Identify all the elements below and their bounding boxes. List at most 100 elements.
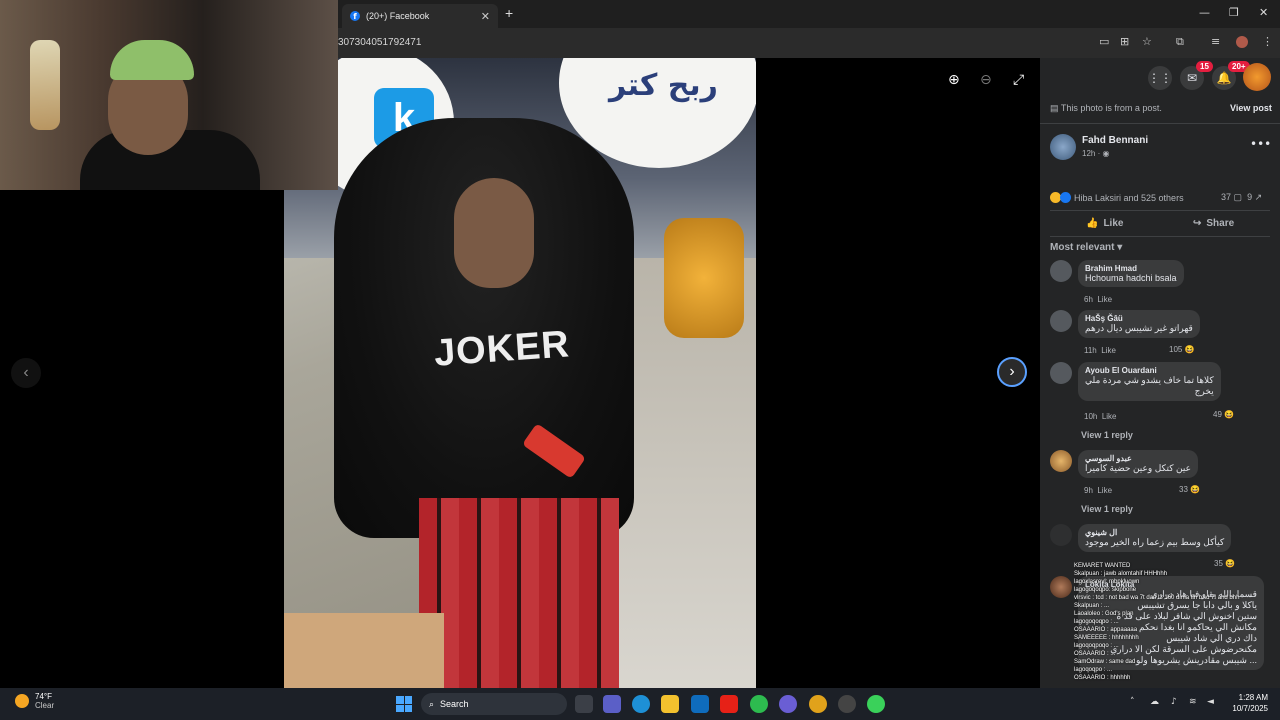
comment-bubble: عبدو السوسي عين كتكل وعين حضية كاميرا	[1078, 450, 1198, 478]
messenger-badge: 15	[1196, 61, 1213, 72]
author-avatar[interactable]	[1050, 134, 1076, 160]
store-sign-text: ربح كتر	[609, 68, 718, 103]
post-photo: k ربح كتر JOKER	[284, 58, 756, 688]
comment-like-link[interactable]: Like	[1097, 295, 1112, 304]
author-name[interactable]: Fahd Bennani	[1082, 135, 1148, 146]
comment-bubble: Brahim Hmad Hchouma hadchi bsala	[1078, 260, 1184, 287]
comment-bubble: Ayoub El Ouardani كلاها تما خاف يشدو شي …	[1078, 362, 1221, 401]
thumbs-up-icon: 👍	[1086, 218, 1099, 229]
weather-widget[interactable]: 74°F Clear	[15, 692, 54, 710]
cast-icon[interactable]: ▭	[1099, 35, 1109, 48]
microphone-icon[interactable]: ♪	[1171, 697, 1177, 707]
divider	[1040, 123, 1280, 124]
like-button[interactable]: 👍 Like	[1086, 218, 1123, 229]
fullscreen-icon[interactable]: ⤢	[1013, 72, 1024, 88]
commenter-name[interactable]: عبدو السوسي	[1085, 454, 1191, 463]
apps-menu-icon[interactable]: ⋮⋮	[1148, 66, 1172, 90]
extensions-icon[interactable]: ⧉	[1176, 35, 1184, 49]
comment-meta: 6h Like	[1084, 295, 1113, 304]
comment-reactions[interactable]: 105 😆	[1169, 345, 1195, 354]
edge-icon[interactable]	[632, 695, 650, 713]
view-reply-link[interactable]: View 1 reply	[1081, 504, 1133, 514]
volume-icon[interactable]: ◄	[1207, 697, 1214, 707]
chat-line: lagoqoqpo : ...	[1074, 667, 1113, 673]
streamer-cap	[110, 40, 194, 80]
weather-condition: Clear	[35, 701, 55, 710]
comment-like-link[interactable]: Like	[1097, 486, 1112, 495]
engagement-counts[interactable]: 37 ▢ 9 ↗	[1221, 192, 1262, 203]
more-options-icon[interactable]: •••	[1250, 137, 1271, 151]
chat-line: SamOdraw : same dad	[1074, 659, 1136, 665]
comment-text-line: يخرج	[1194, 386, 1214, 396]
taskbar-clock[interactable]: 1:28 AM 10/7/2025	[1226, 692, 1268, 714]
comment-like-link[interactable]: Like	[1101, 346, 1116, 355]
commenter-name[interactable]: Ayoub El Ouardani	[1085, 366, 1214, 375]
comment-meta: 11h Like	[1084, 346, 1116, 355]
chat-line: lagoqoqpoqo : ...	[1074, 643, 1119, 649]
discord-icon[interactable]	[779, 695, 797, 713]
taskbar-search[interactable]: ⌕ Search	[421, 693, 567, 715]
wifi-icon[interactable]: ≋	[1189, 697, 1197, 707]
spotify-icon[interactable]	[867, 695, 885, 713]
whatsapp-icon[interactable]	[750, 695, 768, 713]
weather-temp: 74°F	[35, 692, 52, 701]
comment-reactions[interactable]: 33 😆	[1179, 485, 1200, 494]
oil-bottles	[664, 218, 744, 338]
comment-sort-dropdown[interactable]: Most relevant ▾	[1050, 242, 1122, 253]
chat-line: Skalpuan : jawb alomtahif HHHhhh	[1074, 571, 1168, 577]
commenter-avatar[interactable]	[1050, 524, 1072, 546]
commenter-avatar[interactable]	[1050, 260, 1072, 282]
zoom-out-icon[interactable]: ⊖	[980, 72, 992, 88]
browser-menu-icon[interactable]: ⋮	[1262, 35, 1273, 48]
webcam-overlay	[0, 0, 338, 190]
view-reply-link[interactable]: View 1 reply	[1081, 430, 1133, 440]
windows-start-icon[interactable]	[396, 696, 412, 712]
reactions-text: Hiba Laksiri and 525 others	[1074, 192, 1184, 203]
comment-text: Hchouma hadchi bsala	[1085, 273, 1177, 283]
bookmark-star-icon[interactable]: ☆	[1142, 35, 1152, 48]
tab-close-icon[interactable]: ✕	[481, 10, 490, 23]
teams-icon[interactable]	[603, 695, 621, 713]
chrome-icon[interactable]	[809, 695, 827, 713]
browser-tab[interactable]: f (20+) Facebook ✕	[342, 4, 498, 28]
chat-line: vlrsvic : tcd : not bad wa 7t dari l3 16…	[1074, 595, 1240, 601]
previous-photo-button[interactable]: ‹	[11, 358, 41, 388]
account-avatar[interactable]	[1243, 63, 1271, 91]
next-photo-button[interactable]: ›	[997, 357, 1027, 387]
commenter-name[interactable]: ال شينوي	[1085, 528, 1224, 537]
task-view-icon[interactable]	[575, 695, 593, 713]
haha-reaction-icon: 😆	[1184, 345, 1195, 354]
comment-meta: 10h Like	[1084, 412, 1117, 421]
comment-text: كيأكل وسط بيم زعما راه الخير موجود	[1085, 537, 1225, 547]
reactions-summary[interactable]: Hiba Laksiri and 525 others	[1050, 192, 1184, 203]
cloud-icon[interactable]: ☁	[1150, 697, 1159, 707]
file-explorer-icon[interactable]	[661, 695, 679, 713]
new-tab-icon[interactable]: +	[505, 5, 513, 21]
view-post-link[interactable]: View post	[1230, 103, 1272, 113]
commenter-name[interactable]: Brahim Hmad	[1085, 264, 1177, 273]
commenter-avatar[interactable]	[1050, 362, 1072, 384]
commenter-name[interactable]: HaŠş Ğâü	[1085, 314, 1193, 323]
profile-avatar[interactable]	[1236, 36, 1248, 48]
minimize-icon[interactable]: —	[1199, 6, 1210, 19]
address-url[interactable]: 307304051792471	[338, 37, 421, 48]
share-button[interactable]: ↪ Share	[1193, 218, 1234, 229]
zoom-in-icon[interactable]: ⊕	[948, 72, 960, 88]
reading-list-icon[interactable]: ≡	[1211, 35, 1220, 48]
window-close-icon[interactable]: ✕	[1259, 6, 1268, 19]
tray-overflow-icon[interactable]: ˄	[1130, 697, 1135, 707]
youtube-icon[interactable]	[720, 695, 738, 713]
search-icon: ⌕	[429, 698, 435, 709]
comment-reactions[interactable]: 49 😆	[1213, 410, 1234, 419]
maximize-icon[interactable]: ❐	[1229, 6, 1239, 19]
comment-icon: ▢	[1233, 192, 1243, 202]
obs-icon[interactable]	[838, 695, 856, 713]
outlook-icon[interactable]	[691, 695, 709, 713]
comment-like-link[interactable]: Like	[1102, 412, 1117, 421]
commenter-avatar[interactable]	[1050, 310, 1072, 332]
commenter-avatar[interactable]	[1050, 450, 1072, 472]
chat-line: lagogoqoqpo: skipbone	[1074, 587, 1137, 593]
plaid-pants	[419, 498, 619, 688]
commenter-avatar[interactable]	[1050, 576, 1072, 598]
translate-icon[interactable]: ⊞	[1120, 35, 1129, 48]
